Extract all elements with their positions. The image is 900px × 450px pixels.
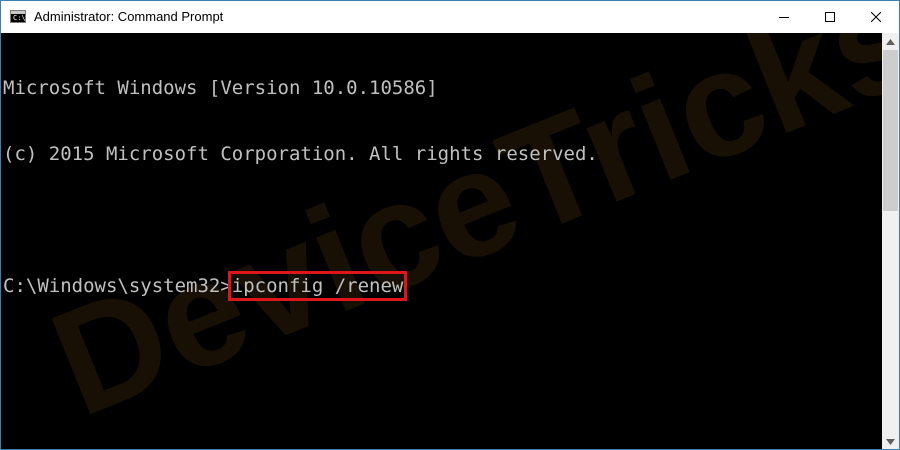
scroll-up-button[interactable] <box>882 33 899 50</box>
scroll-down-arrow-icon <box>886 438 895 445</box>
maximize-button[interactable] <box>807 1 853 33</box>
close-button[interactable] <box>853 1 899 33</box>
window-controls <box>761 1 899 33</box>
prompt-path: C:\Windows\system32> <box>3 275 232 297</box>
title-bar[interactable]: C:\ Administrator: Command Prompt <box>1 1 899 33</box>
cmd-icon-glyph: C:\ <box>13 14 26 22</box>
vertical-scrollbar[interactable] <box>882 33 899 449</box>
cmd-app-icon[interactable]: C:\ <box>10 10 26 23</box>
highlighted-command: ipconfig /renew <box>227 271 408 301</box>
command-prompt-window: C:\ Administrator: Command Prompt Device… <box>0 0 900 450</box>
window-title: Administrator: Command Prompt <box>34 9 224 24</box>
console-line: Microsoft Windows [Version 10.0.10586] <box>3 77 438 99</box>
scroll-up-arrow-icon <box>886 38 895 45</box>
console-output-area[interactable]: DeviceTricks Microsoft Windows [Version … <box>1 33 882 449</box>
maximize-icon <box>825 12 835 22</box>
console-line: (c) 2015 Microsoft Corporation. All righ… <box>3 143 598 165</box>
minimize-icon <box>779 17 789 18</box>
scroll-down-button[interactable] <box>882 433 899 449</box>
minimize-button[interactable] <box>761 1 807 33</box>
scroll-thumb[interactable] <box>883 50 898 211</box>
console-text: Microsoft Windows [Version 10.0.10586] (… <box>3 33 598 341</box>
console-prompt-line: C:\Windows\system32>ipconfig /renew <box>3 271 598 301</box>
close-icon <box>871 12 881 22</box>
